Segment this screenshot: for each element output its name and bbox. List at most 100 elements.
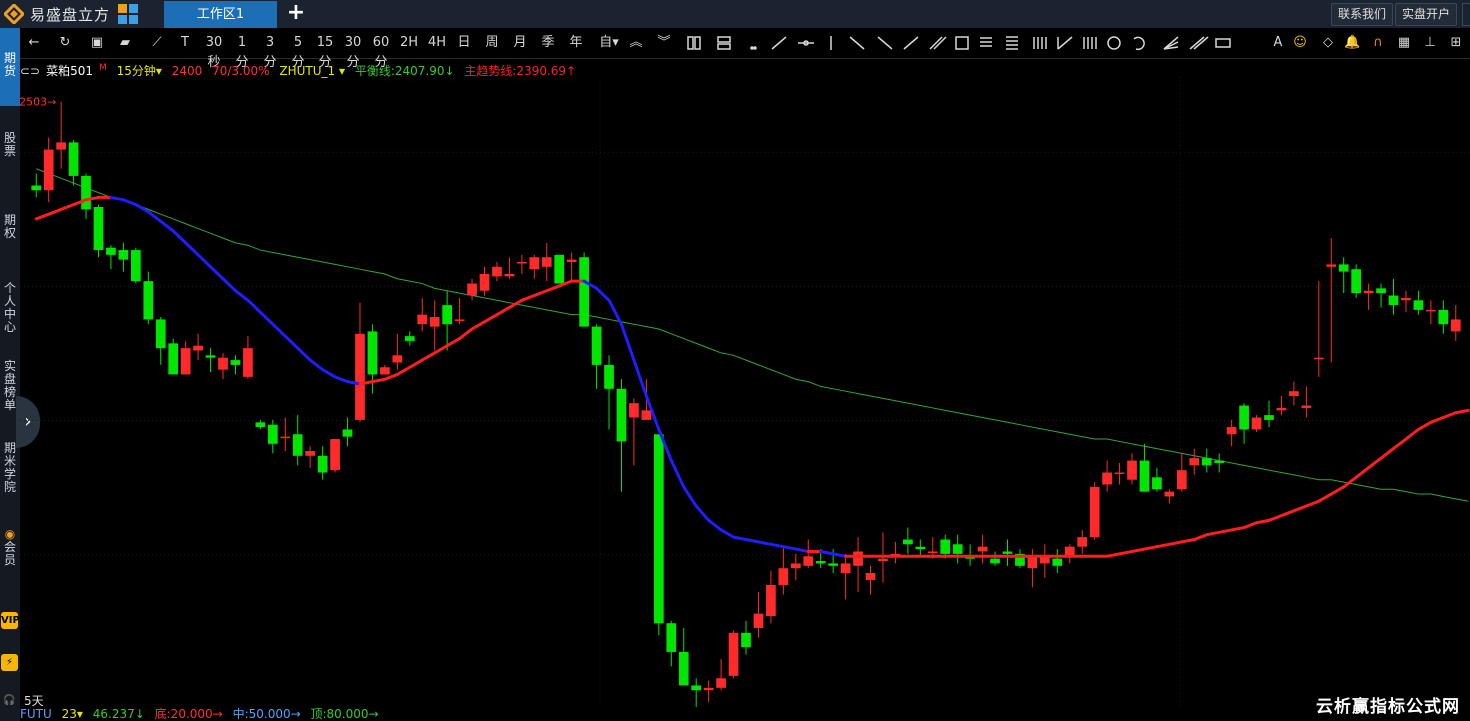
period-5m[interactable]: 5分: [288, 33, 308, 70]
headset-icon[interactable]: 🎧: [1, 692, 18, 709]
trend-line-segment: [395, 365, 412, 376]
period-month[interactable]: 月: [512, 33, 528, 53]
zoom-in-icon[interactable]: ︽: [628, 33, 644, 53]
watermark-text: 云析赢指标公式网: [1316, 697, 1460, 717]
trend-line-segment: [769, 542, 785, 549]
period-selector[interactable]: 15分钟▾: [117, 64, 162, 78]
eye-icon: ◉: [4, 527, 16, 541]
eraser-icon[interactable]: ◇: [1320, 33, 1336, 53]
text-tool-icon[interactable]: T: [177, 33, 193, 53]
period-2h[interactable]: 2H: [398, 33, 420, 53]
sidebar-item-options[interactable]: 期权: [0, 214, 20, 240]
contact-us-button[interactable]: 联系我们: [1331, 3, 1394, 26]
vip-icon[interactable]: VIP: [1, 612, 20, 629]
candle-body: [1102, 472, 1112, 485]
emoji-icon[interactable]: ☺: [1292, 33, 1308, 53]
period-year[interactable]: 年: [568, 33, 584, 53]
candle-body: [305, 451, 316, 456]
candlestick-chart[interactable]: 2503→2267→: [20, 77, 1470, 707]
candle-body: [330, 439, 340, 471]
candle-body: [828, 563, 839, 566]
trend-line-segment: [532, 289, 549, 298]
sidebar-item-futures[interactable]: 期货: [0, 28, 20, 106]
back-icon[interactable]: ←: [26, 33, 42, 53]
open-account-button[interactable]: 实盘开户: [1395, 3, 1458, 26]
trend-line-segment: [1155, 542, 1171, 549]
trend-line-segment: [1180, 538, 1196, 544]
candle-body: [1413, 300, 1424, 310]
settings-grid-icon[interactable]: ⊞: [1448, 33, 1464, 53]
sidebar-item-academy[interactable]: 期米学院: [0, 442, 20, 494]
sidebar-item-member[interactable]: ◉ 会员: [0, 528, 20, 567]
candle-body: [1152, 477, 1162, 490]
trend-line-segment: [1392, 437, 1408, 451]
magnet-icon[interactable]: ∩: [1370, 33, 1386, 53]
sidebar-item-stocks[interactable]: 股票: [0, 132, 20, 158]
calculator-icon[interactable]: ▦: [1396, 33, 1412, 53]
period-week[interactable]: 周: [484, 33, 500, 53]
symbol-name[interactable]: 菜粕501: [46, 64, 93, 78]
candle-body: [579, 257, 589, 327]
trend-line-segment: [333, 375, 350, 384]
period-1m[interactable]: 1分: [232, 33, 252, 70]
candle-body: [218, 357, 228, 370]
period-60m[interactable]: 60分: [368, 33, 394, 70]
candle-body: [616, 388, 627, 442]
candle-body: [43, 149, 54, 191]
candle-body: [467, 283, 477, 296]
candle-body: [566, 259, 577, 263]
sub-indicator-value: 46.237↓: [92, 707, 145, 721]
trend-line-segment: [719, 528, 736, 539]
line-chart-icon[interactable]: ⟋: [149, 33, 165, 53]
add-tab-icon[interactable]: +: [286, 2, 306, 26]
trend-line-segment: [632, 358, 648, 398]
period-30s[interactable]: 30秒: [200, 33, 228, 70]
period-30m[interactable]: 30分: [340, 33, 366, 70]
title-bar: 易盛盘立方 工作区1 + 联系我们 实盘开户: [0, 0, 1470, 28]
period-day[interactable]: 日: [456, 33, 472, 53]
candle-body: [1176, 470, 1187, 490]
apps-grid-icon[interactable]: [118, 4, 139, 24]
indicator-selector[interactable]: ZHUTU_1 ▾: [279, 64, 345, 78]
sub-indicator-name[interactable]: FUTU: [20, 707, 52, 721]
period-15m[interactable]: 15分: [312, 33, 338, 70]
candle-body: [678, 651, 689, 686]
alert-bell-icon[interactable]: 🔔: [1344, 33, 1360, 53]
sidebar-item-label: 会员: [3, 540, 16, 567]
trend-line-segment: [595, 286, 611, 302]
zoom-out-icon[interactable]: ︾: [656, 33, 672, 53]
candle-body: [778, 568, 789, 585]
candle-body: [267, 424, 278, 444]
save-icon[interactable]: ▣: [89, 33, 105, 53]
candle-body: [766, 584, 776, 617]
candle-body: [504, 273, 515, 277]
candle-body: [1127, 460, 1137, 480]
text-annotation-icon[interactable]: A: [1271, 33, 1285, 53]
tab-workspace-1[interactable]: 工作区1: [164, 1, 277, 28]
open-folder-icon[interactable]: ▰: [117, 33, 133, 53]
lightning-icon[interactable]: ⚡: [1, 654, 18, 671]
link-icon[interactable]: ⊂⊃: [20, 64, 40, 78]
trend-line-segment: [246, 298, 262, 314]
period-season[interactable]: 季: [540, 33, 556, 53]
period-4h[interactable]: 4H: [426, 33, 448, 53]
period-3m[interactable]: 3分: [260, 33, 280, 70]
sidebar-item-personal-center[interactable]: 个人中心: [0, 282, 20, 334]
sub-indicator-param[interactable]: 23▾: [62, 707, 83, 721]
trend-line-segment: [1167, 540, 1184, 546]
period-custom-dropdown[interactable]: 自▾: [596, 33, 622, 53]
candle-body: [404, 336, 415, 341]
candle-body: [280, 436, 291, 439]
candle-body: [118, 250, 129, 260]
window-menu-edge[interactable]: [1462, 3, 1470, 26]
candle-body: [1438, 309, 1449, 325]
candle-body: [803, 556, 814, 566]
candle-body: [1313, 357, 1324, 360]
trend-line-segment: [1404, 427, 1420, 441]
candle-body: [666, 623, 677, 652]
candle-body: [753, 613, 764, 629]
tree-icon[interactable]: ⊥: [1422, 33, 1438, 53]
candle-body: [1301, 405, 1312, 408]
refresh-icon[interactable]: ↻: [57, 33, 73, 53]
candle-body: [1289, 391, 1299, 396]
